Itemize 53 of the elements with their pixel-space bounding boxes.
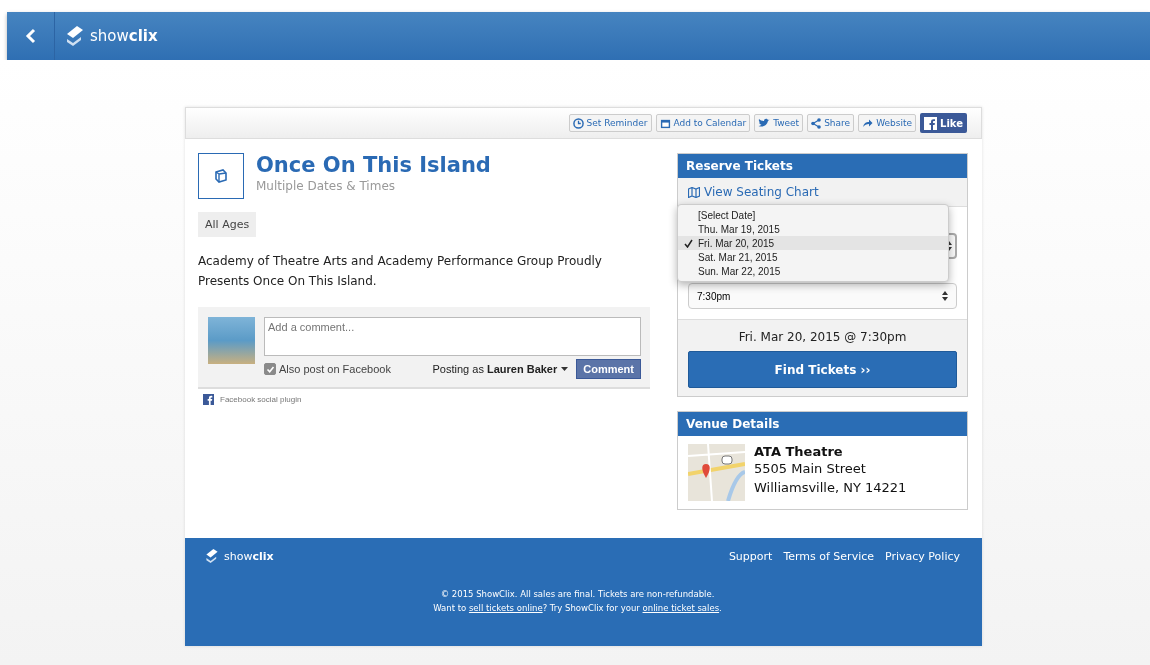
- date-option[interactable]: [Select Date]: [678, 208, 948, 222]
- logo-text: showclix: [90, 27, 158, 45]
- toolbar-button[interactable]: Tweet: [754, 114, 804, 132]
- arrow-icon: [862, 118, 874, 128]
- toolbar-button[interactable]: Set Reminder: [568, 114, 652, 132]
- logo-icon: [65, 25, 85, 47]
- plugin-caption: Facebook social plugin: [220, 395, 302, 404]
- panel-title: Venue Details: [678, 412, 967, 436]
- chevron-left-icon: [24, 28, 37, 44]
- panel-title: Reserve Tickets: [678, 154, 967, 178]
- toolbar-button[interactable]: Add to Calendar: [655, 114, 751, 132]
- checkmark-icon: [683, 238, 693, 248]
- date-option[interactable]: Fri. Mar 20, 2015: [678, 236, 948, 250]
- footer-logo-text: showclix: [224, 549, 274, 563]
- footer-link[interactable]: Terms of Service: [783, 549, 875, 563]
- promo-text: Want to sell tickets online? Try ShowClix for your online ticket sales.: [432, 603, 723, 613]
- toolbar-button[interactable]: Share: [807, 114, 855, 132]
- facebook-icon: [924, 116, 938, 130]
- time-select[interactable]: 7:30pm: [688, 283, 957, 309]
- posting-as-text: Posting as Lauren Baker: [432, 363, 558, 375]
- date-option[interactable]: Sat. Mar 21, 2015: [678, 250, 948, 264]
- comment-field[interactable]: Add a comment...: [264, 317, 641, 356]
- venue-street: 5505 Main Street: [754, 460, 867, 478]
- logo-icon: [205, 548, 219, 564]
- comment-button[interactable]: Comment: [576, 359, 641, 379]
- clock-icon: [572, 117, 584, 129]
- checkbox[interactable]: [264, 363, 276, 375]
- event-description: Academy of Theatre Arts and Academy Performance Group Proudly Presents Once On This Island.: [198, 253, 603, 290]
- ticket-stack-icon: [198, 153, 244, 199]
- date-option[interactable]: Thu. Mar 19, 2015: [678, 222, 948, 236]
- date-option[interactable]: Sun. Mar 22, 2015: [678, 264, 948, 278]
- share-icon: [811, 117, 822, 129]
- checkbox-label: Also post on Facebook: [279, 363, 391, 375]
- toolbar-button[interactable]: Website: [858, 114, 917, 132]
- sell-tickets-link[interactable]: sell tickets online: [468, 603, 543, 613]
- footer-link[interactable]: Support: [728, 549, 773, 563]
- calendar-icon: [659, 117, 671, 129]
- like-button[interactable]: Like: [920, 113, 967, 133]
- find-tickets-button[interactable]: Find Tickets ››: [688, 351, 957, 388]
- event-title: Once On This Island: [256, 153, 491, 177]
- selected-showtime: Fri. Mar 20, 2015 @ 7:30pm: [737, 330, 908, 344]
- facebook-icon: [203, 394, 214, 405]
- bird-icon: [758, 118, 771, 128]
- venue-name: ATA Theatre: [754, 444, 844, 459]
- footer-link[interactable]: Privacy Policy: [885, 549, 960, 563]
- map-icon: [688, 186, 700, 198]
- copyright-text: © 2015 ShowClix. All sales are final. Tickets are non-refundable.: [439, 589, 716, 599]
- event-subtitle: Multiple Dates & Times: [256, 179, 397, 193]
- venue-city: Williamsville, NY 14221: [754, 479, 907, 497]
- caret-icon: [561, 367, 569, 371]
- photo-placeholder: [208, 317, 255, 364]
- map-thumbnail: [688, 444, 745, 501]
- age-tag: All Ages: [198, 212, 257, 237]
